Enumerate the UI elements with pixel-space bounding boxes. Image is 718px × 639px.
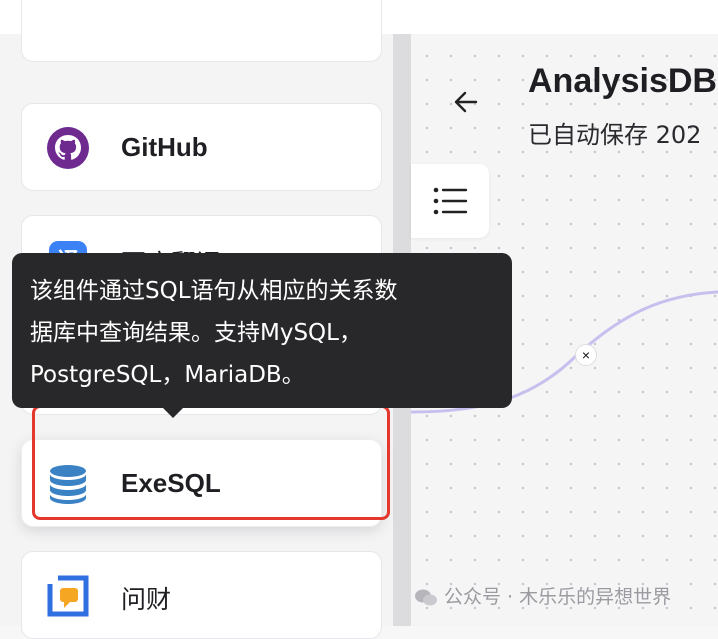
- component-tooltip: 该组件通过SQL语句从相应的关系数 据库中查询结果。支持MySQL， Postg…: [12, 253, 512, 408]
- sidebar-item-label: GitHub: [121, 132, 208, 162]
- wencai-icon: [47, 575, 89, 617]
- autosave-status: 已自动保存 202: [528, 121, 702, 149]
- page-title: AnalysisDB: [528, 62, 717, 100]
- list-icon: [433, 187, 468, 215]
- tooltip-line: 据库中查询结果。支持MySQL，: [30, 320, 362, 346]
- sidebar-item-partial[interactable]: [21, 0, 382, 62]
- arrow-left-icon[interactable]: [451, 84, 483, 120]
- sidebar-item-label: 问财: [121, 585, 172, 614]
- github-icon: [47, 127, 89, 169]
- wechat-icon: [415, 589, 437, 606]
- watermark-text: 公众号 · 木乐乐的异想世界: [444, 586, 672, 608]
- sidebar-item-github[interactable]: GitHub: [21, 103, 382, 191]
- watermark: 公众号 · 木乐乐的异想世界: [414, 582, 671, 609]
- tooltip-line: PostgreSQL，MariaDB。: [30, 362, 305, 388]
- tooltip-line: 该组件通过SQL语句从相应的关系数: [30, 278, 398, 304]
- tooltip-arrow: [160, 405, 186, 418]
- edge-delete-button[interactable]: ×: [575, 344, 597, 366]
- menu-button[interactable]: [411, 164, 489, 238]
- highlight-box: [32, 405, 390, 520]
